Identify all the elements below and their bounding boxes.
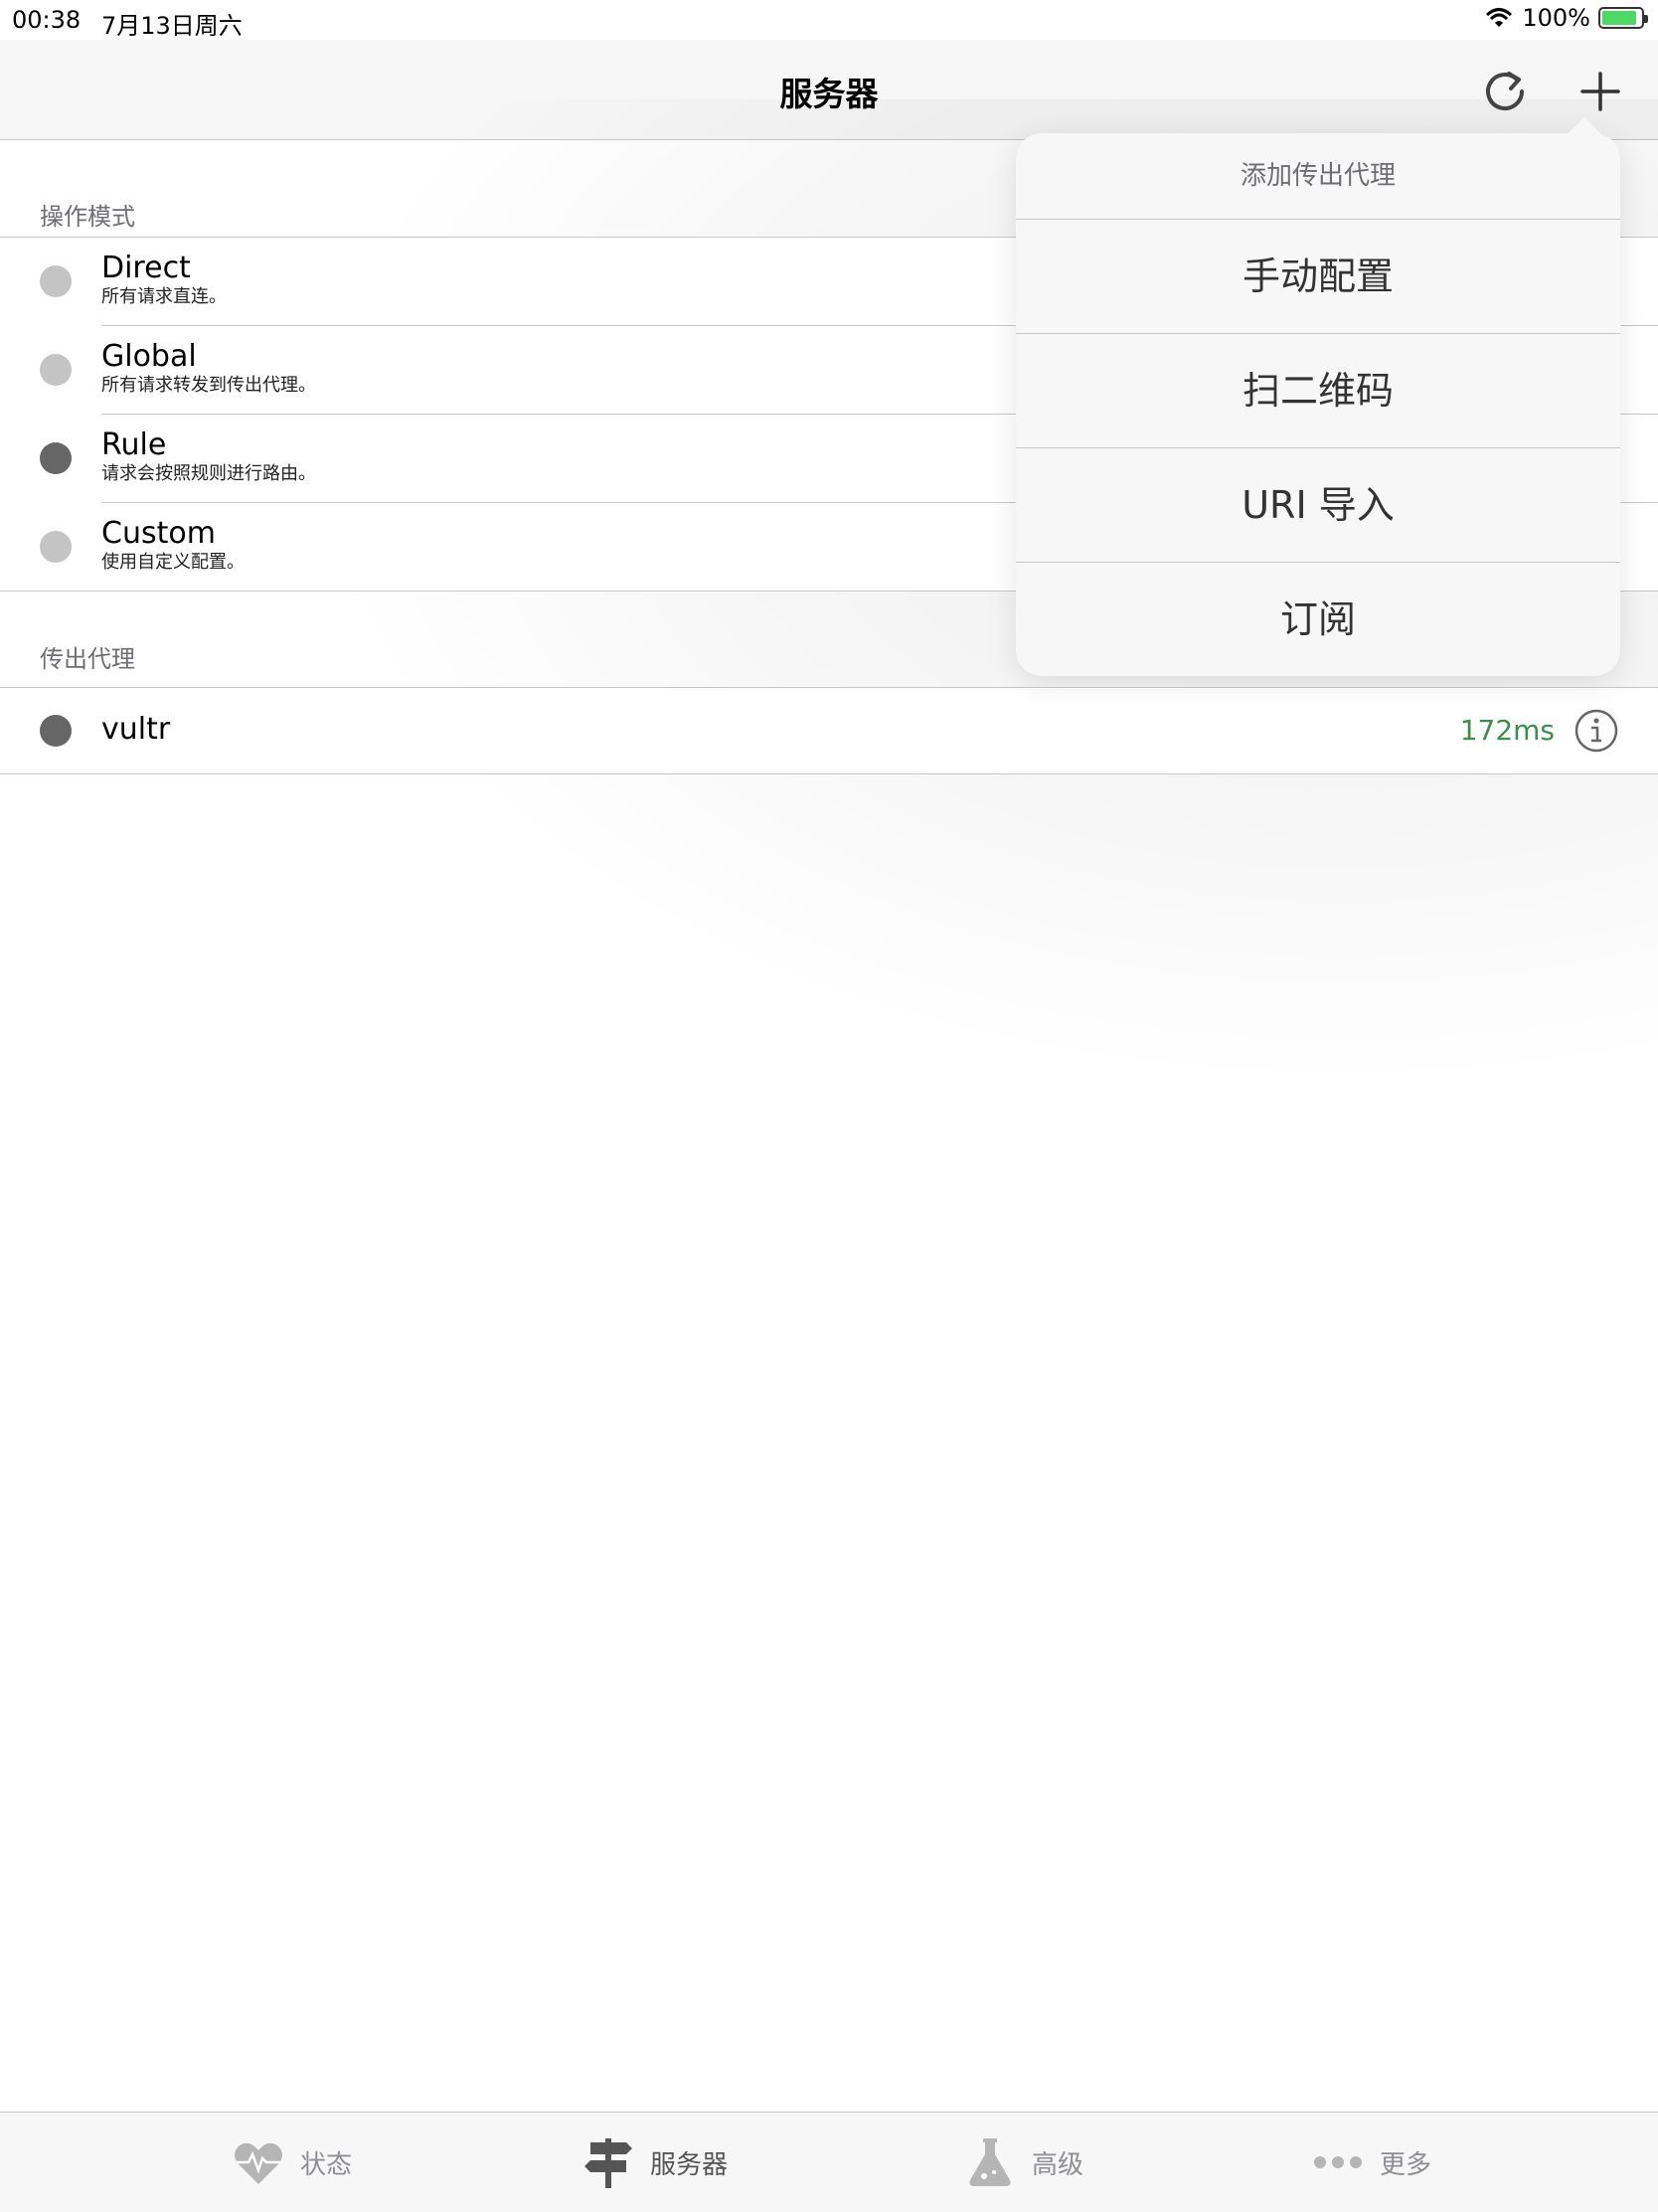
proxy-latency: 172ms	[1459, 714, 1555, 747]
mode-subtitle: 使用自定义配置。	[101, 552, 245, 573]
proxy-name: vultr	[101, 712, 171, 747]
page-title: 服务器	[779, 75, 879, 113]
proxy-info-button[interactable]	[1575, 709, 1618, 753]
outbound-proxy-header: 传出代理	[40, 645, 135, 673]
mode-text: Direct 所有请求直连。	[101, 252, 227, 309]
mode-radio-dot	[40, 442, 72, 474]
mode-title: Global	[101, 339, 197, 374]
tab-more[interactable]: 更多	[1310, 2130, 1431, 2194]
flask-icon	[969, 2138, 1011, 2186]
signpost-icon	[584, 2138, 632, 2188]
refresh-button[interactable]	[1475, 62, 1535, 121]
status-time: 00:38	[12, 6, 82, 34]
status-date: 7月13日周六	[101, 12, 243, 40]
navigation-bar: 服务器	[0, 40, 1658, 140]
add-proxy-button[interactable]	[1571, 62, 1630, 121]
tab-advanced[interactable]: 高级	[962, 2130, 1083, 2194]
operation-mode-header: 操作模式	[40, 203, 135, 231]
mode-text: Rule 请求会按照规则进行路由。	[101, 428, 316, 486]
more-dots-icon	[1314, 2156, 1362, 2168]
menu-item-manual-config[interactable]: 手动配置	[1016, 220, 1620, 334]
mode-text: Global 所有请求转发到传出代理。	[101, 340, 316, 398]
mode-title: Rule	[101, 427, 167, 462]
battery-percent: 100%	[1522, 4, 1590, 32]
battery-icon	[1598, 7, 1648, 29]
info-icon	[1575, 709, 1618, 753]
add-proxy-popover: 添加传出代理 手动配置 扫二维码 URI 导入 订阅	[1016, 117, 1620, 676]
menu-item-subscribe[interactable]: 订阅	[1016, 563, 1620, 676]
tab-more-label: 更多	[1380, 2149, 1432, 2180]
heart-pulse-icon	[235, 2142, 282, 2184]
tab-advanced-label: 高级	[1032, 2149, 1084, 2180]
tab-servers-label: 服务器	[650, 2149, 729, 2180]
mode-radio-dot	[40, 531, 72, 563]
menu-item-uri-import[interactable]: URI 导入	[1016, 448, 1620, 563]
plus-icon	[1580, 72, 1620, 111]
popover-title: 添加传出代理	[1016, 133, 1620, 220]
proxy-selected-dot	[40, 715, 72, 747]
mode-radio-dot	[40, 265, 72, 297]
tab-bar: 状态 服务器 高级 更多	[0, 2112, 1658, 2212]
mode-subtitle: 请求会按照规则进行路由。	[101, 463, 316, 484]
menu-item-scan-qr[interactable]: 扫二维码	[1016, 334, 1620, 448]
mode-title: Direct	[101, 251, 191, 285]
mode-title: Custom	[101, 516, 216, 551]
proxy-row-vultr[interactable]: vultr 172ms	[0, 688, 1658, 773]
status-bar: 00:38 7月13日周六 100%	[0, 0, 1658, 40]
tab-servers[interactable]: 服务器	[580, 2130, 728, 2194]
tab-status[interactable]: 状态	[231, 2130, 352, 2194]
mode-subtitle: 所有请求直连。	[101, 286, 227, 307]
wifi-icon	[1486, 8, 1513, 27]
refresh-icon	[1486, 72, 1524, 111]
status-right: 100%	[1484, 4, 1648, 32]
tab-status-label: 状态	[300, 2149, 353, 2180]
popover-arrow	[1567, 117, 1602, 135]
mode-subtitle: 所有请求转发到传出代理。	[101, 375, 316, 396]
mode-radio-dot	[40, 354, 72, 386]
mode-text: Custom 使用自定义配置。	[101, 517, 245, 575]
outbound-proxy-list: vultr 172ms	[0, 687, 1658, 774]
